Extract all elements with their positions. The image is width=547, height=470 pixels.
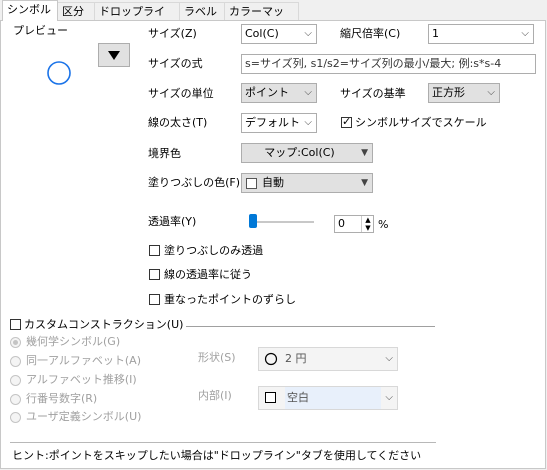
tab-colormap[interactable]: カラーマップ bbox=[224, 2, 299, 36]
size-label: サイズ(Z) bbox=[148, 27, 197, 40]
size-formula-input[interactable]: s=サイズ列, s1/s2=サイズ列の最小/最大; 例:s*s-4 bbox=[241, 54, 536, 74]
radio-same-alphabet-label: 同一アルファベット(A) bbox=[26, 354, 141, 367]
fill-color-select[interactable]: 自動 ▼ bbox=[241, 173, 373, 193]
transparency-value: 0 bbox=[338, 217, 345, 230]
chevron-down-icon: ⌵ bbox=[487, 87, 495, 98]
shape-label: 形状(S) bbox=[198, 351, 236, 364]
tab-bar: シンボル 区分 ドロップライン ラベル カラーマップ bbox=[0, 0, 547, 36]
radio-row-number[interactable] bbox=[10, 394, 21, 405]
chevron-down-icon: ⌵ bbox=[304, 117, 312, 128]
size-unit-value: ポイント bbox=[245, 86, 289, 99]
radio-user-defined[interactable] bbox=[10, 412, 21, 423]
scale-label: 縮尺倍率(C) bbox=[340, 27, 401, 40]
line-width-value: デフォルト bbox=[245, 116, 300, 129]
hint-divider bbox=[10, 442, 436, 443]
size-basis-label: サイズの基準 bbox=[340, 87, 406, 100]
triangle-down-icon: ▼ bbox=[361, 148, 368, 158]
tab-label[interactable]: ラベル bbox=[179, 2, 225, 20]
tab-category[interactable]: 区分 bbox=[57, 2, 95, 20]
triangle-down-icon bbox=[108, 51, 120, 60]
radio-alphabet-sequence[interactable] bbox=[10, 375, 21, 386]
chevron-down-icon: ⌵ bbox=[385, 353, 393, 364]
scale-with-symbol-label: シンボルサイズでスケール bbox=[355, 116, 487, 129]
group-divider bbox=[186, 326, 435, 327]
offset-overlap-label: 重なったポイントのずらし bbox=[164, 293, 296, 306]
preview-label: プレビュー bbox=[13, 24, 68, 37]
edge-color-label: 境界色 bbox=[148, 147, 181, 160]
radio-row-number-label: 行番号数字(R) bbox=[26, 392, 98, 405]
tab-dropline[interactable]: ドロップライン bbox=[94, 2, 180, 36]
size-unit-label: サイズの単位 bbox=[148, 87, 214, 100]
circle-shape-icon bbox=[264, 352, 278, 366]
chevron-down-icon: ⌵ bbox=[385, 392, 393, 403]
custom-construction-label: カスタムコンストラクション(U) bbox=[24, 318, 184, 331]
color-swatch-icon bbox=[246, 178, 257, 189]
radio-same-alphabet[interactable] bbox=[10, 356, 21, 367]
follow-line-transparency-label: 線の透過率に従う bbox=[164, 268, 252, 281]
edge-color-value: マップ:Col(C) bbox=[264, 146, 335, 159]
scale-select[interactable]: 1 ⌵ bbox=[428, 24, 534, 44]
chevron-down-icon: ⌵ bbox=[521, 28, 529, 39]
interior-value: 空白 bbox=[285, 387, 381, 409]
transparency-slider-thumb[interactable] bbox=[249, 214, 257, 228]
hint-text: ヒント:ポイントをスキップしたい場合は"ドロップライン"タブを使用してください bbox=[12, 449, 422, 462]
spin-up-icon[interactable]: ▲ bbox=[362, 216, 374, 224]
chevron-down-icon: ⌵ bbox=[304, 87, 312, 98]
tab-symbol[interactable]: シンボル bbox=[2, 0, 58, 21]
edge-color-select[interactable]: マップ:Col(C) ▼ bbox=[241, 143, 373, 163]
scale-with-symbol-checkbox[interactable] bbox=[341, 115, 352, 128]
shape-value: 2 円 bbox=[285, 352, 307, 365]
radio-geometric-symbol[interactable] bbox=[10, 337, 21, 348]
line-width-label: 線の太さ(T) bbox=[148, 116, 208, 129]
scale-value: 1 bbox=[432, 27, 439, 40]
size-basis-select[interactable]: 正方形 ⌵ bbox=[428, 83, 500, 103]
spin-down-icon[interactable]: ▼ bbox=[362, 224, 374, 232]
fill-color-value: 自動 bbox=[262, 176, 284, 189]
interior-select[interactable]: 空白 ⌵ bbox=[258, 386, 398, 410]
interior-label: 内部(I) bbox=[198, 389, 232, 402]
fill-only-transparent-checkbox[interactable] bbox=[149, 245, 160, 256]
radio-user-defined-label: ユーザ定義シンボル(U) bbox=[26, 410, 142, 423]
empty-square-icon bbox=[265, 392, 276, 403]
size-basis-value: 正方形 bbox=[432, 86, 465, 99]
radio-geometric-symbol-label: 幾何学シンボル(G) bbox=[26, 335, 121, 348]
chevron-down-icon: ⌵ bbox=[304, 28, 312, 39]
fill-color-label: 塗りつぶしの色(F) bbox=[148, 176, 241, 189]
symbol-preview-circle bbox=[47, 61, 71, 85]
transparency-slider-track[interactable] bbox=[252, 221, 314, 223]
transparency-label: 透過率(Y) bbox=[148, 215, 197, 228]
radio-alphabet-sequence-label: アルファベット推移(I) bbox=[26, 373, 137, 386]
size-formula-label: サイズの式 bbox=[148, 57, 203, 70]
transparency-spinner[interactable]: ▲ ▼ bbox=[361, 216, 374, 232]
transparency-unit: % bbox=[378, 218, 389, 231]
follow-line-transparency-checkbox[interactable] bbox=[149, 269, 160, 280]
size-unit-select[interactable]: ポイント ⌵ bbox=[241, 83, 317, 103]
triangle-down-icon: ▼ bbox=[361, 178, 368, 188]
shape-select[interactable]: 2 円 ⌵ bbox=[258, 347, 398, 371]
size-select[interactable]: Col(C) ⌵ bbox=[241, 24, 317, 44]
fill-only-transparent-label: 塗りつぶしのみ透過 bbox=[164, 244, 264, 257]
line-width-select[interactable]: デフォルト ⌵ bbox=[241, 113, 317, 133]
symbol-gallery-button[interactable] bbox=[98, 43, 130, 67]
size-value: Col(C) bbox=[245, 27, 279, 40]
symbol-dialog: シンボル 区分 ドロップライン ラベル カラーマップ プレビュー サイズ(Z) … bbox=[0, 0, 547, 470]
custom-construction-checkbox[interactable] bbox=[10, 319, 21, 330]
offset-overlap-checkbox[interactable] bbox=[149, 294, 160, 305]
